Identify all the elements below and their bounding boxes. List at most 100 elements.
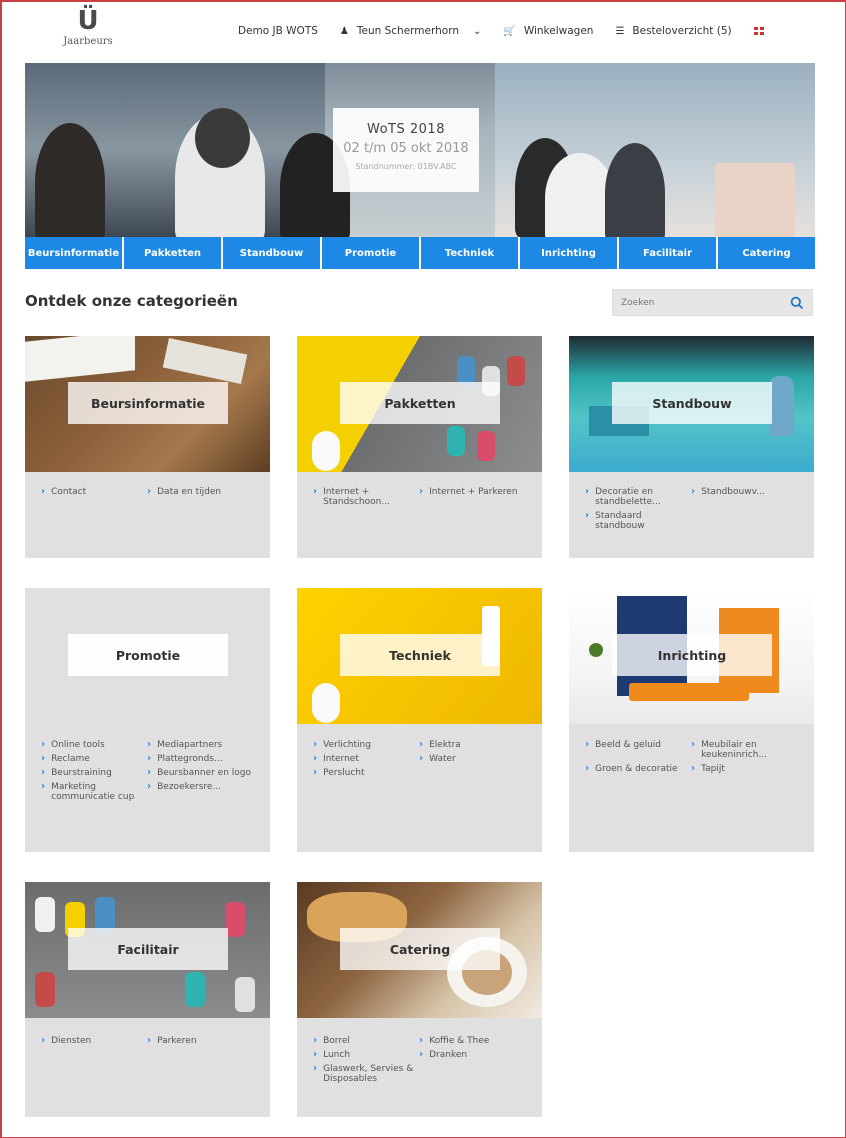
chevron-right-icon: › [41,753,46,764]
chevron-right-icon: › [419,753,424,764]
chevron-down-icon[interactable]: ⌄ [473,26,481,37]
standbouw-image: Standbouw [569,336,814,472]
user-label: Teun Schermerhorn [356,25,459,37]
tab-techniek[interactable]: Techniek [421,237,518,269]
top-nav: Demo JB WOTS ♟ Teun Schermerhorn ⌄ 🛒 Win… [238,22,836,40]
link-internet[interactable]: › Internet [313,754,419,765]
tab-pakketten[interactable]: Pakketten [124,237,221,269]
link-groen-en-decoratie[interactable]: › Groen & decoratie [585,764,691,775]
link-borrel[interactable]: › Borrel [313,1036,419,1047]
demo-link[interactable]: Demo JB WOTS [238,25,318,37]
user-menu[interactable]: ♟ Teun Schermerhorn ⌄ [340,25,481,37]
category-card-catering[interactable]: Catering › Borrel › Koffie & Thee › Lunch ›… [297,882,542,1117]
facilitair-image: Facilitair [25,882,270,1018]
event-title: WoTS 2018 [367,122,445,137]
search-icon[interactable] [790,295,804,314]
tab-catering[interactable]: Catering [718,237,815,269]
card-title: Facilitair [68,928,228,970]
link-online-tools[interactable]: › Online tools [41,739,147,751]
chevron-right-icon: › [147,781,152,792]
category-card-facilitair[interactable]: Facilitair › Diensten › Parkeren [25,882,270,1117]
chevron-right-icon: › [313,767,318,778]
cart-link[interactable]: 🛒 Winkelwagen [503,25,593,37]
link-beursbanner-en-logo[interactable]: › Beursbanner en logo [147,767,253,779]
link-lunch[interactable]: › Lunch [313,1050,419,1061]
chevron-right-icon: › [585,739,590,750]
category-card-standbouw[interactable]: Standbouw › Decoratie en standbelette... … [569,336,814,558]
chevron-right-icon: › [419,1049,424,1060]
category-card-pakketten[interactable]: Pakketten › Internet + Standschoon... › In… [297,336,542,558]
search-input[interactable] [613,290,783,316]
link-parkeren[interactable]: › Parkeren [147,1036,253,1047]
link-internet-parkeren[interactable]: › Internet + Parkeren [419,487,525,507]
link-elektra[interactable]: › Elektra [419,739,525,751]
chevron-right-icon: › [419,739,424,750]
category-card-promotie[interactable]: Promotie › Online tools › Mediapartners › R… [25,588,270,852]
tab-facilitair[interactable]: Facilitair [619,237,716,269]
chevron-right-icon: › [41,781,46,792]
chevron-right-icon: › [691,486,696,497]
link-plattegronds[interactable]: › Plattegronds... [147,754,253,765]
link-beurstraining[interactable]: › Beurstraining [41,767,147,779]
link-diensten[interactable]: › Diensten [41,1035,147,1047]
tab-standbouw[interactable]: Standbouw [223,237,320,269]
card-title: Beursinformatie [68,382,228,424]
chevron-right-icon: › [41,767,46,778]
category-card-techniek[interactable]: Techniek › Verlichting › Elektra › Internet… [297,588,542,852]
hero-banner: WoTS 2018 02 t/m 05 okt 2018 Standnummer… [25,63,815,237]
category-card-inrichting[interactable]: Inrichting › Beeld & geluid › Meubilair en… [569,588,814,852]
tab-beursinformatie[interactable]: Beursinformatie [25,237,122,269]
tab-inrichting[interactable]: Inrichting [520,237,617,269]
chevron-right-icon: › [147,739,152,750]
chevron-right-icon: › [41,486,46,497]
category-nav: Beursinformatie Pakketten Standbouw Prom… [25,237,815,269]
chevron-right-icon: › [313,739,318,750]
promotie-image: Promotie [25,588,270,724]
chevron-right-icon: › [419,486,424,497]
link-beeld-en-geluid[interactable]: › Beeld & geluid [585,740,691,760]
link-data-en-tijden[interactable]: › Data en tijden [147,486,253,498]
beursinformatie-image: Beursinformatie [25,336,270,472]
chevron-right-icon: › [691,739,696,750]
link-perslucht[interactable]: › Perslucht [313,767,419,779]
link-water[interactable]: › Water [419,753,525,765]
category-card-beursinformatie[interactable]: Beursinformatie › Contact › Data en tijden [25,336,270,558]
chevron-right-icon: › [691,763,696,774]
card-title: Promotie [68,634,228,676]
catering-image: Catering [297,882,542,1018]
chevron-right-icon: › [41,1035,46,1046]
language-flag-icon[interactable] [753,27,764,35]
card-title: Inrichting [612,634,772,676]
link-verlichting[interactable]: › Verlichting [313,739,419,751]
chevron-right-icon: › [147,486,152,497]
link-mediapartners[interactable]: › Mediapartners [147,739,253,751]
jaarbeurs-logo[interactable]: Ü Jaarbeurs [60,8,116,54]
user-icon: ♟ [339,25,349,37]
orders-link[interactable]: ☰ Besteloverzicht (5) [615,25,731,37]
list-icon: ☰ [615,25,625,37]
link-marketing-communicatie-cup[interactable]: › Marketing communicatie cup [41,781,147,803]
link-glaswerk-servies-disposables[interactable]: › Glaswerk, Servies & Disposables [313,1064,419,1085]
chevron-right-icon: › [147,767,152,778]
card-title: Standbouw [612,382,772,424]
link-reclame[interactable]: › Reclame [41,753,147,765]
link-standbouwvoorzieningen[interactable]: › Standbouwv... [691,487,797,507]
chevron-right-icon: › [313,486,318,497]
techniek-image: Techniek [297,588,542,724]
card-title: Techniek [340,634,500,676]
link-contact[interactable]: › Contact [41,486,147,498]
link-meubilair-en-keukeninrichting[interactable]: › Meubilair en keukeninrich... [691,739,797,761]
chevron-right-icon: › [41,739,46,750]
link-tapijt[interactable]: › Tapijt [691,763,797,775]
orders-label: Besteloverzicht (5) [632,25,732,37]
logo-text: Jaarbeurs [63,36,113,47]
inrichting-image: Inrichting [569,588,814,724]
link-koffie-en-thee[interactable]: › Koffie & Thee [419,1036,525,1047]
link-dranken[interactable]: › Dranken [419,1049,525,1061]
tab-promotie[interactable]: Promotie [322,237,419,269]
link-bezoekersregistratie[interactable]: › Bezoekersre... [147,782,253,802]
link-internet-standschoon[interactable]: › Internet + Standschoon... [313,486,419,508]
link-standaard-standbouw[interactable]: › Standaard standbouw [585,511,691,532]
link-decoratie-standbelettering[interactable]: › Decoratie en standbelette... [585,487,691,508]
pakketten-image: Pakketten [297,336,542,472]
